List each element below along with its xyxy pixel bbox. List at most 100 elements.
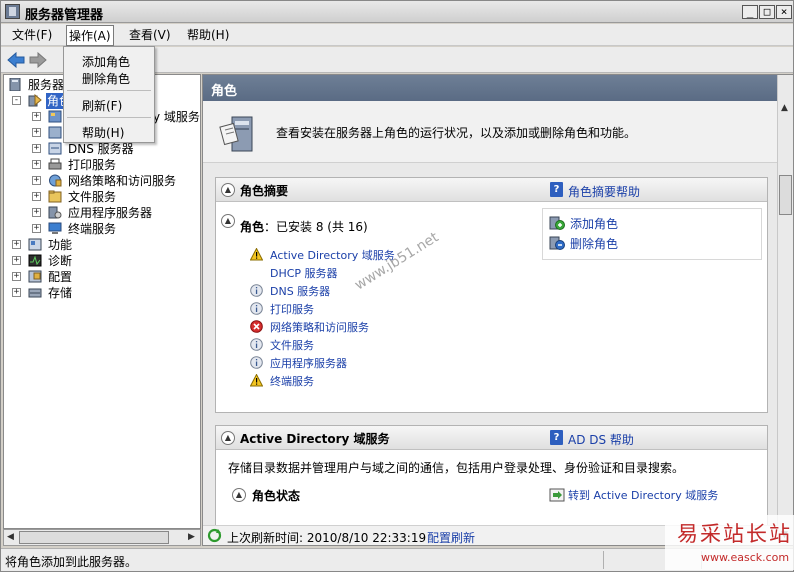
role-dhcp-link[interactable]: DHCP 服务器 [270,265,338,281]
menu-help-item[interactable]: 帮助(H) [82,124,124,141]
expand-icon[interactable]: + [12,288,21,297]
menu-remove-roles[interactable]: 删除角色 [82,70,130,87]
menu-refresh[interactable]: 刷新(F) [82,97,122,114]
logo-url: www.easck.com [701,551,790,564]
roles-icon [28,94,42,107]
title-bar[interactable]: 服务器管理器 _ □ × [1,1,793,23]
ad-ds-description: 存储目录数据并管理用户与域之间的通信，包括用户登录处理、身份验证和目录搜索。 [228,461,685,475]
last-refresh-time: 上次刷新时间: 2010/8/10 22:33:19 [227,531,427,545]
forward-arrow-icon[interactable] [29,52,47,68]
menu-separator [67,90,151,91]
maximize-button[interactable]: □ [759,5,775,19]
menu-bar: 文件(F) 操作(A) 查看(V) 帮助(H) [1,24,793,46]
remove-roles-link[interactable]: 删除角色 [570,235,618,252]
menu-separator [67,117,151,118]
error-icon [250,320,263,333]
server-icon [9,78,21,91]
server-manager-window: 服务器管理器 _ □ × 文件(F) 操作(A) 查看(V) 帮助(H) 添加角… [0,0,794,572]
role-npas-link[interactable]: 网络策略和访问服务 [270,319,369,335]
configure-refresh-link[interactable]: 配置刷新 [427,529,475,545]
ad-ds-icon [48,110,62,123]
expand-icon[interactable]: + [12,256,21,265]
menu-view[interactable]: 查看(V) [127,27,173,44]
menu-action[interactable]: 操作(A) [66,25,114,46]
warning-icon [250,248,263,261]
ad-ds-help-link[interactable]: AD DS 帮助 [568,431,634,448]
window-title: 服务器管理器 [25,8,104,23]
collapse-section-icon[interactable]: ▲ [221,183,235,197]
logo-title: 易采站长站 [677,522,792,546]
expand-icon[interactable]: + [32,176,41,185]
scroll-up-icon[interactable]: ▲ [781,103,788,113]
expand-icon[interactable]: + [32,224,41,233]
back-arrow-icon[interactable] [7,52,25,68]
collapse-icon[interactable]: - [12,96,21,105]
expand-icon[interactable]: + [32,128,41,137]
roles-summary-header[interactable]: ▲ 角色摘要 ? 角色摘要帮助 [216,178,767,202]
storage-icon [28,288,42,298]
ad-ds-title: Active Directory 域服务 [240,432,390,446]
expand-icon[interactable]: + [32,112,41,121]
info-icon [250,284,263,297]
expand-icon[interactable]: + [32,160,41,169]
expand-icon[interactable]: + [32,144,41,153]
info-icon [250,356,263,369]
roles-summary-title: 角色摘要 [240,184,289,198]
scroll-left-icon[interactable]: ◀ [7,532,14,542]
status-pane [603,551,604,569]
features-icon [28,238,42,251]
role-file-services-link[interactable]: 文件服务 [270,337,314,353]
info-icon [250,302,263,315]
expand-icon[interactable]: + [32,192,41,201]
dns-icon [48,142,62,155]
menu-help[interactable]: 帮助(H) [185,27,231,44]
role-ad-ds-link[interactable]: Active Directory 域服务 [270,247,395,263]
main-header: 角色 [203,75,778,101]
roles-summary-help-link[interactable]: 角色摘要帮助 [568,183,640,200]
role-dns-link[interactable]: DNS 服务器 [270,283,330,299]
printer-icon [48,158,62,170]
goto-role-icon [549,488,565,502]
help-icon: ? [550,430,563,445]
help-icon: ? [550,182,563,197]
roles-installed-count: 角色：已安装 8 (共 16) [240,220,368,234]
remove-roles-icon [549,236,565,250]
expand-icon[interactable]: + [12,240,21,249]
collapse-role-status-icon[interactable]: ▲ [232,488,246,502]
role-app-server-link[interactable]: 应用程序服务器 [270,355,347,371]
warning-icon [250,374,263,387]
server-roles-icon [219,116,253,152]
diagnostics-icon [28,254,42,267]
collapse-roles-icon[interactable]: ▲ [221,214,235,228]
ad-ds-header[interactable]: ▲ Active Directory 域服务 ? AD DS 帮助 [216,426,767,450]
main-vertical-scrollbar[interactable]: ▲ ▼ [777,75,793,545]
menu-add-roles[interactable]: 添加角色 [82,53,130,70]
add-roles-link[interactable]: 添加角色 [570,215,618,232]
intro-text: 查看安装在服务器上角色的运行状况，以及添加或删除角色和功能。 [276,126,637,140]
roles-summary-section: ▲ 角色摘要 ? 角色摘要帮助 ▲ 角色：已安装 8 (共 16) 添加角色 删… [215,177,768,413]
expand-icon[interactable]: + [32,208,41,217]
main-pane: 角色 查看安装在服务器上角色的运行状况，以及添加或删除角色和功能。 ▲ 角色摘要… [202,74,794,546]
file-services-icon [48,190,62,203]
scroll-thumb[interactable] [19,531,169,544]
expand-icon[interactable]: + [12,272,21,281]
close-button[interactable]: × [776,5,792,19]
role-print-link[interactable]: 打印服务 [270,301,314,317]
role-terminal-services-link[interactable]: 终端服务 [270,373,314,389]
refresh-icon[interactable] [207,528,222,543]
configuration-icon [28,270,42,283]
menu-file[interactable]: 文件(F) [10,27,54,44]
scroll-thumb[interactable] [779,175,792,215]
content-area: ▲ 角色摘要 ? 角色摘要帮助 ▲ 角色：已安装 8 (共 16) 添加角色 删… [203,163,778,535]
scroll-right-icon[interactable]: ▶ [188,532,195,542]
terminal-services-icon [48,222,62,234]
intro-panel: 查看安装在服务器上角色的运行状况，以及添加或删除角色和功能。 [203,101,778,163]
corner-site-logo: 易采站长站 www.easck.com [665,515,794,570]
collapse-section-icon[interactable]: ▲ [221,431,235,445]
goto-ad-ds-link[interactable]: 转到 Active Directory 域服务 [568,487,718,503]
tree-horizontal-scrollbar[interactable]: ◀ ▶ [3,529,201,546]
roles-actions-box: 添加角色 删除角色 [542,208,762,260]
info-icon [250,338,263,351]
add-roles-icon [549,216,565,230]
minimize-button[interactable]: _ [742,5,758,19]
